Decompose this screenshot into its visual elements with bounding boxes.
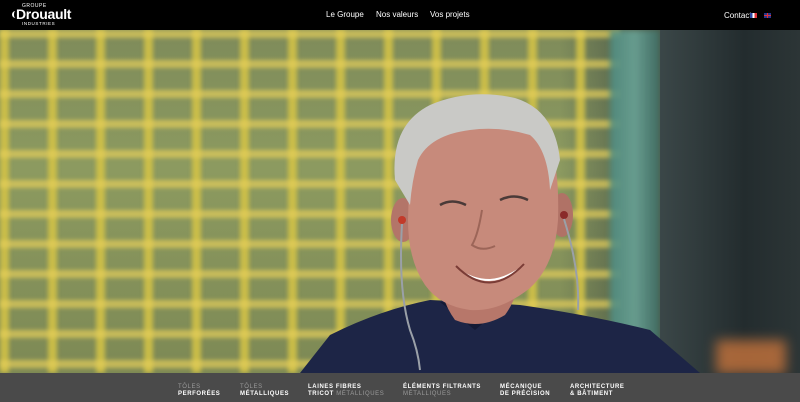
product-categories-bar: Tôles perforées Tôles métalliques Laines… xyxy=(0,373,800,402)
top-navigation-bar: GROUPE Drouault INDUSTRIES Le Groupe Nos… xyxy=(0,0,800,30)
fr-flag-icon[interactable] xyxy=(750,13,757,18)
category-elements-filtrants[interactable]: Éléments filtrants métalliques xyxy=(403,384,481,398)
category-toles-metalliques[interactable]: Tôles métalliques xyxy=(240,384,289,398)
category-architecture-batiment[interactable]: Architecture & bâtiment xyxy=(570,384,625,398)
nav-le-groupe[interactable]: Le Groupe xyxy=(326,10,364,20)
category-toles-perforees[interactable]: Tôles perforées xyxy=(178,384,220,398)
main-nav: Le Groupe Nos valeurs Vos projets xyxy=(0,0,800,30)
category-mecanique-precision[interactable]: Mécanique de précision xyxy=(500,384,550,398)
contact-link[interactable]: Contact xyxy=(724,11,752,21)
uk-flag-icon[interactable] xyxy=(764,13,771,18)
nav-nos-valeurs[interactable]: Nos valeurs xyxy=(376,10,418,20)
nav-vos-projets[interactable]: Vos projets xyxy=(430,10,470,20)
category-laines-fibres[interactable]: Laines fibres tricot métalliques xyxy=(308,384,384,398)
hero-image xyxy=(0,30,800,373)
smiling-man-illustration xyxy=(300,94,700,373)
